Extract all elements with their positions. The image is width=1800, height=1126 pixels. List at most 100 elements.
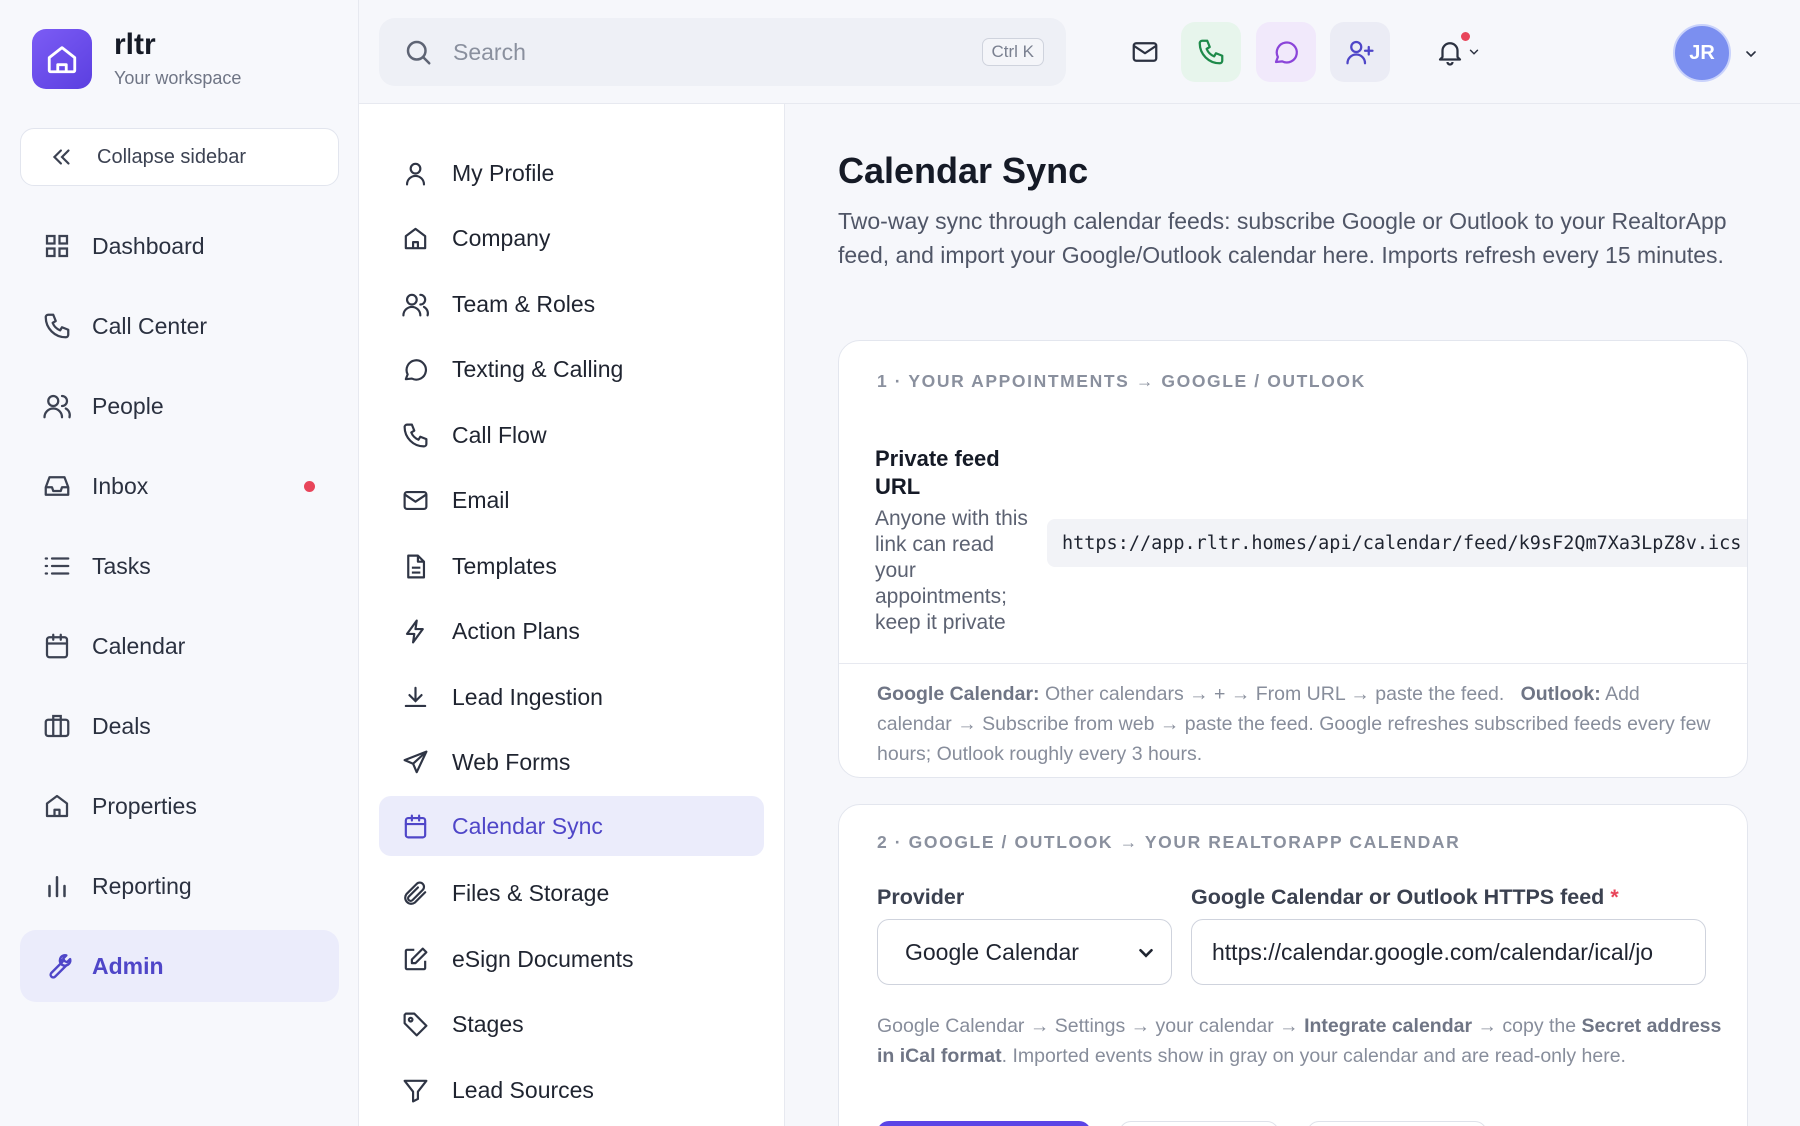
- settings-item-email[interactable]: Email: [379, 470, 764, 530]
- settings-item-lead-sources[interactable]: Lead Sources: [379, 1060, 764, 1120]
- brand-name: rltr: [114, 28, 156, 61]
- required-mark: *: [1610, 885, 1619, 909]
- sidebar-item-label: People: [92, 392, 164, 419]
- sidebar-item-tasks[interactable]: Tasks: [20, 530, 339, 602]
- sidebar-item-properties[interactable]: Properties: [20, 770, 339, 842]
- settings-item-call-flow[interactable]: Call Flow: [379, 405, 764, 465]
- sidebar-item-call-center[interactable]: Call Center: [20, 290, 339, 362]
- bar-chart-icon: [48, 876, 66, 898]
- briefcase-icon: [44, 714, 70, 738]
- settings-item-calendar-sync[interactable]: Calendar Sync: [379, 796, 764, 856]
- settings-item-label: eSign Documents: [452, 945, 634, 972]
- notification-dot: [1461, 32, 1470, 41]
- outbound-feed-card: 1 · YOUR APPOINTMENTS → GOOGLE / OUTLOOK…: [838, 340, 1748, 778]
- sidebar-item-people[interactable]: People: [20, 370, 339, 442]
- collapse-sidebar-button[interactable]: Collapse sidebar: [20, 128, 339, 186]
- phone-icon: [403, 423, 428, 447]
- settings-item-label: Templates: [452, 552, 557, 579]
- chevron-down-icon[interactable]: [1743, 46, 1759, 62]
- search-input[interactable]: [453, 38, 933, 66]
- send-icon: [403, 750, 428, 773]
- settings-item-esign-documents[interactable]: eSign Documents: [379, 929, 764, 989]
- settings-item-label: Lead Ingestion: [452, 683, 603, 710]
- mail-icon: [403, 490, 428, 510]
- home-logo-icon: [32, 28, 92, 89]
- call-button[interactable]: [1181, 22, 1241, 82]
- settings-item-texting-calling[interactable]: Texting & Calling: [379, 339, 764, 399]
- hint-text: . Imported events show in gray on your c…: [1001, 1045, 1626, 1067]
- settings-menu: My Profile Company Team & Roles Texting …: [359, 104, 785, 1126]
- section-2-label: 2 · GOOGLE / OUTLOOK → YOUR REALTORAPP C…: [877, 832, 1461, 852]
- sidebar-item-dashboard[interactable]: Dashboard: [20, 210, 339, 282]
- sidebar-item-label: Dashboard: [92, 232, 205, 259]
- sidebar-item-deals[interactable]: Deals: [20, 690, 339, 762]
- users-icon: [43, 394, 71, 419]
- search-box[interactable]: Ctrl K: [379, 18, 1066, 86]
- settings-item-label: Texting & Calling: [452, 355, 624, 382]
- building-icon: [404, 227, 427, 249]
- sidebar-item-calendar[interactable]: Calendar: [20, 610, 339, 682]
- settings-item-label: Email: [452, 486, 510, 513]
- phone-icon: [44, 313, 70, 339]
- settings-item-label: Call Flow: [452, 421, 547, 448]
- settings-item-label: Lead Sources: [452, 1076, 594, 1103]
- calendar-icon: [404, 814, 427, 838]
- download-icon: [404, 686, 427, 707]
- user-icon: [405, 162, 426, 185]
- sidebar-item-label: Inbox: [92, 472, 149, 499]
- feed-url-input[interactable]: https://calendar.google.com/calendar/ica…: [1191, 919, 1706, 985]
- import-hint: Google Calendar → Settings → your calend…: [877, 1011, 1727, 1071]
- inbound-feed-card: 2 · GOOGLE / OUTLOOK → YOUR REALTORAPP C…: [838, 804, 1748, 1126]
- settings-item-action-plans[interactable]: Action Plans: [379, 601, 764, 661]
- secondary-button[interactable]: [1307, 1121, 1487, 1126]
- settings-item-label: Company: [452, 224, 551, 251]
- chat-icon: [1274, 41, 1298, 64]
- brand[interactable]: rltr Your workspace: [32, 28, 241, 89]
- save-import-button[interactable]: [877, 1121, 1091, 1126]
- email-button[interactable]: [1115, 22, 1175, 82]
- settings-item-company[interactable]: Company: [379, 208, 764, 268]
- settings-item-label: Team & Roles: [452, 290, 596, 317]
- settings-item-my-profile[interactable]: My Profile: [379, 143, 764, 203]
- settings-item-label: My Profile: [452, 159, 555, 186]
- chevrons-left-icon: [52, 149, 70, 165]
- page-description: Two-way sync through calendar feeds: sub…: [838, 208, 1727, 268]
- main-content: Calendar Sync Two-way sync through calen…: [786, 104, 1800, 1126]
- settings-item-templates[interactable]: Templates: [379, 536, 764, 596]
- secondary-button[interactable]: [1119, 1121, 1279, 1126]
- hint-text: Google Calendar → Settings → your calend…: [877, 1015, 1299, 1037]
- hint-emphasis: Integrate calendar: [1304, 1015, 1473, 1037]
- provider-select[interactable]: Google Calendar: [877, 919, 1172, 985]
- bell-icon: [1438, 42, 1462, 66]
- sidebar-item-inbox[interactable]: Inbox: [20, 450, 339, 522]
- settings-item-lead-ingestion[interactable]: Lead Ingestion: [379, 667, 764, 727]
- settings-item-team-roles[interactable]: Team & Roles: [379, 274, 764, 334]
- settings-item-label: Stages: [452, 1010, 524, 1037]
- sidebar-item-admin[interactable]: Admin: [20, 930, 339, 1002]
- tag-icon: [403, 1012, 428, 1036]
- add-contact-button[interactable]: [1330, 22, 1390, 82]
- grid-icon: [45, 234, 69, 258]
- message-button[interactable]: [1256, 22, 1316, 82]
- filter-icon: [403, 1079, 428, 1102]
- section-1-label: 1 · YOUR APPOINTMENTS → GOOGLE / OUTLOOK: [877, 371, 1366, 391]
- sidebar-item-reporting[interactable]: Reporting: [20, 850, 339, 922]
- chevron-down-icon: [1139, 948, 1153, 958]
- paperclip-icon: [404, 881, 427, 905]
- search-shortcut-badge: Ctrl K: [981, 38, 1044, 66]
- user-avatar[interactable]: JR: [1673, 24, 1731, 82]
- private-feed-label: Private feed URL: [875, 446, 1000, 499]
- edit-icon: [404, 947, 428, 970]
- chevron-down-icon: [1469, 49, 1479, 55]
- private-feed-url[interactable]: https://app.rltr.homes/api/calendar/feed…: [1047, 519, 1747, 567]
- team-icon: [402, 293, 429, 316]
- settings-item-stages[interactable]: Stages: [379, 994, 764, 1054]
- settings-item-web-forms[interactable]: Web Forms: [379, 732, 764, 792]
- settings-item-files-storage[interactable]: Files & Storage: [379, 863, 764, 923]
- subscribe-instructions: Google Calendar: Other calendars → + → F…: [877, 679, 1717, 769]
- notifications-button[interactable]: [1418, 22, 1498, 82]
- divider: [839, 663, 1747, 664]
- mail-icon: [1132, 42, 1158, 62]
- unread-dot: [304, 481, 315, 492]
- phone-icon: [1198, 39, 1224, 65]
